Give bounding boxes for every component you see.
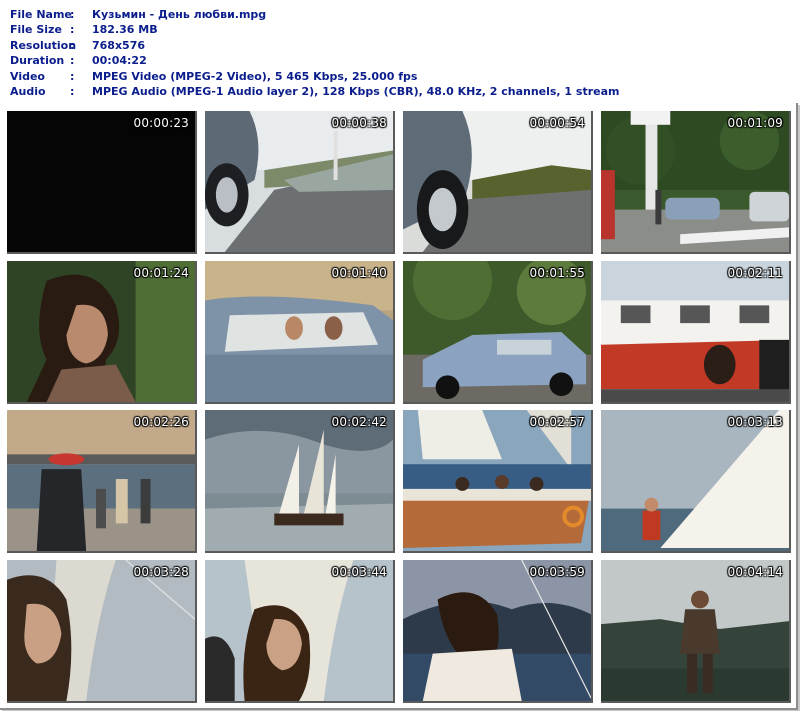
- info-separator: :: [70, 38, 75, 52]
- frame-timestamp: 00:04:14: [727, 565, 783, 579]
- info-value: MPEG Video (MPEG-2 Video), 5 465 Kbps, 2…: [92, 69, 418, 83]
- info-separator: :: [70, 54, 75, 68]
- frame-timestamp: 00:02:57: [529, 415, 585, 429]
- frame-timestamp: 00:01:55: [529, 266, 585, 280]
- video-frame-image: [7, 111, 195, 252]
- frame-timestamp: 00:02:26: [133, 415, 189, 429]
- thumbnail-frame: 00:02:42: [205, 410, 395, 553]
- frame-timestamp: 00:01:24: [133, 266, 189, 280]
- thumbnail-frame: 00:03:28: [7, 560, 197, 703]
- video-frame-image: [205, 261, 393, 402]
- thumbnail-frame: 00:01:40: [205, 261, 395, 404]
- video-frame-image: [601, 261, 789, 402]
- frame-timestamp: 00:03:59: [529, 565, 585, 579]
- video-frame-image: [601, 111, 789, 252]
- video-frame-image: [7, 261, 195, 402]
- frame-timestamp: 00:01:09: [727, 116, 783, 130]
- frame-timestamp: 00:03:44: [331, 565, 387, 579]
- video-frame-image: [403, 410, 591, 551]
- video-frame-image: [7, 410, 195, 551]
- info-separator: :: [70, 23, 75, 37]
- video-frame-image: [403, 560, 591, 701]
- frame-timestamp: 00:02:11: [727, 266, 783, 280]
- info-separator: :: [70, 8, 75, 21]
- info-value: 00:04:22: [92, 54, 147, 68]
- video-frame-image: [205, 410, 393, 551]
- info-row: Resolution: 768x576: [10, 38, 790, 53]
- frame-timestamp: 00:02:42: [331, 415, 387, 429]
- frame-timestamp: 00:03:13: [727, 415, 783, 429]
- info-label: Audio: [10, 84, 46, 98]
- thumbnail-frame: 00:01:24: [7, 261, 197, 404]
- thumbnail-frame: 00:02:57: [403, 410, 593, 553]
- thumbnail-frame: 00:00:38: [205, 111, 395, 254]
- thumbnail-frame: 00:03:44: [205, 560, 395, 703]
- file-info-panel: File Name: Кузьмин - День любви.mpg File S…: [10, 7, 790, 99]
- info-row: File Name: Кузьмин - День любви.mpg: [10, 7, 790, 22]
- info-label: Resolution: [10, 38, 77, 52]
- info-value: 768x576: [92, 38, 146, 52]
- info-label: Video: [10, 69, 45, 83]
- thumbnail-sheet: 00:00:23 00:00:38 00:00:54 00:01:09 00:0…: [0, 103, 798, 710]
- frame-timestamp: 00:00:38: [331, 116, 387, 130]
- video-frame-image: [205, 111, 393, 252]
- video-frame-image: [601, 410, 789, 551]
- thumbnail-frame: 00:03:13: [601, 410, 791, 553]
- frame-timestamp: 00:01:40: [331, 266, 387, 280]
- info-separator: :: [70, 69, 75, 83]
- info-label: File Name: [10, 8, 72, 21]
- frame-timestamp: 00:03:28: [133, 565, 189, 579]
- info-value: MPEG Audio (MPEG-1 Audio layer 2), 128 K…: [92, 84, 620, 98]
- video-frame-image: [7, 560, 195, 701]
- info-value: 182.36 MB: [92, 23, 158, 37]
- thumbnail-frame: 00:01:09: [601, 111, 791, 254]
- video-frame-image: [403, 261, 591, 402]
- thumbnail-frame: 00:00:23: [7, 111, 197, 254]
- video-frame-image: [403, 111, 591, 252]
- info-row: Video: MPEG Video (MPEG-2 Video), 5 465 K…: [10, 69, 790, 84]
- thumbnail-frame: 00:02:26: [7, 410, 197, 553]
- info-label: Duration: [10, 54, 65, 68]
- thumbnail-frame: 00:03:59: [403, 560, 593, 703]
- info-label: File Size: [10, 23, 62, 37]
- info-row: File Size: 182.36 MB: [10, 22, 790, 37]
- thumbnail-frame: 00:04:14: [601, 560, 791, 703]
- frame-timestamp: 00:00:54: [529, 116, 585, 130]
- thumbnail-frame: 00:01:55: [403, 261, 593, 404]
- info-separator: :: [70, 84, 75, 98]
- video-frame-image: [601, 560, 789, 701]
- thumbnail-frame: 00:00:54: [403, 111, 593, 254]
- video-frame-image: [205, 560, 393, 701]
- info-value: Кузьмин - День любви.mpg: [92, 8, 267, 21]
- info-row: Audio: MPEG Audio (MPEG-1 Audio layer 2),…: [10, 84, 790, 99]
- frame-timestamp: 00:00:23: [133, 116, 189, 130]
- thumbnail-frame: 00:02:11: [601, 261, 791, 404]
- info-row: Duration: 00:04:22: [10, 53, 790, 68]
